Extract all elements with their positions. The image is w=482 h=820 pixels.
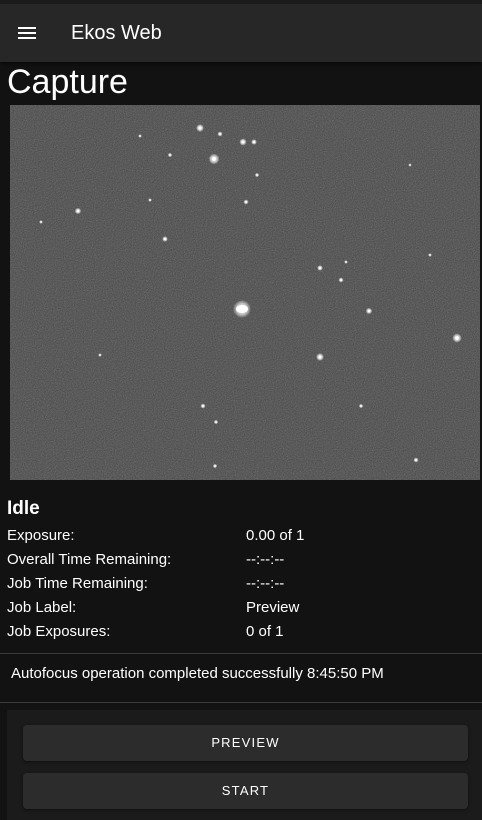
capture-preview-image: [10, 105, 480, 480]
star-core: [360, 405, 362, 407]
star-core: [245, 201, 247, 203]
bright-star: [236, 305, 248, 313]
start-button[interactable]: START: [23, 773, 468, 809]
star-core: [367, 309, 371, 313]
star-core: [219, 133, 221, 135]
stat-row-overall-time: Overall Time Remaining: --:--:--: [7, 550, 477, 574]
star-core: [214, 465, 216, 467]
stat-value: --:--:--: [246, 551, 285, 568]
divider: [0, 653, 482, 654]
stat-value: 0.00 of 1: [246, 527, 305, 544]
star-core: [139, 135, 141, 137]
stat-label: Job Time Remaining:: [7, 575, 148, 592]
capture-stats: Exposure: 0.00 of 1 Overall Time Remaini…: [7, 526, 477, 646]
stat-label: Exposure:: [7, 527, 75, 544]
star-core: [169, 154, 171, 156]
stat-value: Preview: [246, 599, 300, 616]
star-core: [318, 266, 322, 270]
log-message: Autofocus operation completed successful…: [11, 665, 384, 682]
star-core: [211, 156, 217, 162]
stat-row-job-label: Job Label: Preview: [7, 598, 477, 622]
stat-row-job-time: Job Time Remaining: --:--:--: [7, 574, 477, 598]
stat-label: Overall Time Remaining:: [7, 551, 172, 568]
preview-button[interactable]: PREVIEW: [23, 725, 468, 761]
star-core: [340, 279, 342, 281]
star-core: [202, 405, 204, 407]
app-bar: Ekos Web: [0, 0, 482, 62]
stat-row-exposure: Exposure: 0.00 of 1: [7, 526, 477, 550]
star-core: [215, 421, 217, 423]
stat-row-job-exposures: Job Exposures: 0 of 1: [7, 622, 477, 646]
hamburger-menu-icon[interactable]: [12, 18, 42, 48]
star-core: [99, 354, 101, 356]
star-core: [149, 199, 151, 201]
page-title: Capture: [7, 63, 128, 101]
star-core: [345, 261, 347, 263]
stat-value: 0 of 1: [246, 623, 284, 640]
star-core: [455, 336, 459, 340]
app-title: Ekos Web: [71, 22, 162, 44]
star-core: [409, 164, 411, 166]
star-core: [198, 126, 202, 130]
star-core: [241, 140, 245, 144]
star-core: [76, 209, 80, 213]
stat-label: Job Exposures:: [7, 623, 111, 640]
stat-label: Job Label:: [7, 599, 77, 616]
star-core: [40, 221, 42, 223]
starfield-image: [10, 105, 480, 480]
star-core: [429, 254, 431, 256]
star-core: [163, 237, 167, 241]
star-core: [252, 140, 256, 144]
divider: [0, 702, 482, 703]
capture-status: Idle: [7, 498, 40, 519]
star-core: [415, 459, 417, 461]
stat-value: --:--:--: [246, 575, 285, 592]
action-panel: PREVIEW START: [7, 710, 482, 820]
star-core: [256, 174, 258, 176]
star-core: [318, 355, 322, 359]
